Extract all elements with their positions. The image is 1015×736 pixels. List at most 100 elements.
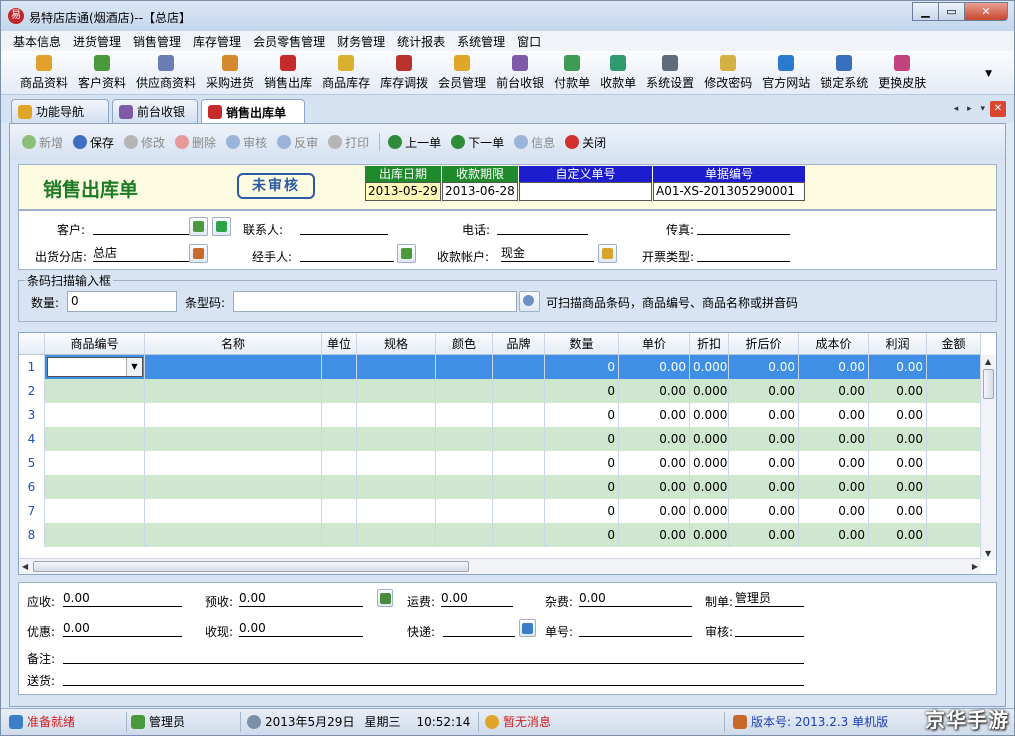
cell-name[interactable] <box>145 427 322 451</box>
toolbar-overflow-icon[interactable]: ▼ <box>985 69 992 79</box>
delivery-field[interactable] <box>63 670 804 686</box>
cell-unit[interactable] <box>322 475 357 499</box>
cell-qty[interactable]: 0 <box>545 475 619 499</box>
cell-color[interactable] <box>436 379 493 403</box>
cell-spec[interactable] <box>357 355 436 379</box>
col-header-profit[interactable]: 利润 <box>869 333 927 355</box>
express-select-button[interactable] <box>519 619 536 637</box>
print-button[interactable]: 打印 <box>328 134 369 151</box>
audit-button[interactable]: 审核 <box>226 134 267 151</box>
scroll-down-icon[interactable]: ▼ <box>985 549 991 558</box>
toolbar-skin-button[interactable]: 更换皮肤 <box>873 51 931 95</box>
table-row[interactable]: 3 0 0.00 0.000 0.00 0.00 0.00 <box>19 403 981 427</box>
cell-cost[interactable]: 0.00 <box>799 403 869 427</box>
cell-price[interactable]: 0.00 <box>619 475 690 499</box>
cell-unit[interactable] <box>322 403 357 427</box>
scroll-right-icon[interactable]: ▶ <box>972 562 978 571</box>
save-button[interactable]: 保存 <box>73 134 114 151</box>
tab-scroll-arrows[interactable]: ◂ ▸ ▾ <box>954 104 988 114</box>
toolbar-stock-button[interactable]: 商品库存 <box>317 51 375 95</box>
cell-net-price[interactable]: 0.00 <box>729 451 799 475</box>
cell-name[interactable] <box>145 475 322 499</box>
select-handler-button[interactable] <box>397 244 416 263</box>
cell-price[interactable]: 0.00 <box>619 499 690 523</box>
close-button[interactable]: 关闭 <box>565 134 606 151</box>
select-branch-button[interactable] <box>189 244 208 263</box>
cell-qty[interactable]: 0 <box>545 523 619 547</box>
cell-amount[interactable] <box>927 499 981 523</box>
cell-discount[interactable]: 0.000 <box>690 475 729 499</box>
toolbar-website-button[interactable]: 官方网站 <box>757 51 815 95</box>
cell-brand[interactable] <box>493 475 545 499</box>
cell-product-code[interactable] <box>45 427 145 451</box>
cell-net-price[interactable]: 0.00 <box>729 523 799 547</box>
toolbar-purchase-button[interactable]: 采购进货 <box>201 51 259 95</box>
cell-amount[interactable] <box>927 379 981 403</box>
cell-amount[interactable] <box>927 523 981 547</box>
col-header-row-no[interactable] <box>19 333 45 355</box>
add-customer-button[interactable] <box>212 217 231 236</box>
cell-row-no[interactable]: 2 <box>19 379 45 403</box>
cell-unit[interactable] <box>322 499 357 523</box>
cell-color[interactable] <box>436 403 493 427</box>
due-date-field[interactable]: 2013-06-28 <box>442 182 518 201</box>
cell-cost[interactable]: 0.00 <box>799 499 869 523</box>
menu-purchase[interactable]: 进货管理 <box>67 33 127 50</box>
toolbar-payment-button[interactable]: 付款单 <box>549 51 595 95</box>
cell-profit[interactable]: 0.00 <box>869 523 927 547</box>
cell-discount[interactable]: 0.000 <box>690 403 729 427</box>
cell-name[interactable] <box>145 523 322 547</box>
cell-unit[interactable] <box>322 451 357 475</box>
cell-net-price[interactable]: 0.00 <box>729 379 799 403</box>
express-field[interactable] <box>443 621 515 637</box>
new-button[interactable]: 新增 <box>22 134 63 151</box>
menu-system[interactable]: 系统管理 <box>451 33 511 50</box>
close-window-button[interactable]: ✕ <box>964 2 1008 21</box>
edit-button[interactable]: 修改 <box>124 134 165 151</box>
cell-brand[interactable] <box>493 451 545 475</box>
cell-color[interactable] <box>436 499 493 523</box>
cell-color[interactable] <box>436 475 493 499</box>
col-header-amount[interactable]: 金额 <box>927 333 981 355</box>
customer-field[interactable] <box>93 219 189 235</box>
cell-row-no[interactable]: 7 <box>19 499 45 523</box>
cell-spec[interactable] <box>357 499 436 523</box>
table-row[interactable]: 4 0 0.00 0.000 0.00 0.00 0.00 <box>19 427 981 451</box>
cell-brand[interactable] <box>493 523 545 547</box>
cell-color[interactable] <box>436 355 493 379</box>
toolbar-settings-button[interactable]: 系统设置 <box>641 51 699 95</box>
account-field[interactable]: 现金 <box>501 246 594 262</box>
menu-window[interactable]: 窗口 <box>511 33 547 50</box>
prev-button[interactable]: 上一单 <box>388 134 441 151</box>
maximize-button[interactable]: ▭ <box>938 2 965 21</box>
toolbar-lock-button[interactable]: 锁定系统 <box>815 51 873 95</box>
branch-field[interactable]: 总店 <box>93 246 189 262</box>
cell-qty[interactable]: 0 <box>545 403 619 427</box>
freight-field[interactable]: 0.00 <box>441 591 513 607</box>
minimize-button[interactable]: ▁ <box>912 2 939 21</box>
cell-row-no[interactable]: 3 <box>19 403 45 427</box>
cell-cost[interactable]: 0.00 <box>799 523 869 547</box>
tab-front-cashier[interactable]: 前台收银 <box>112 99 198 123</box>
cell-unit[interactable] <box>322 355 357 379</box>
cell-discount[interactable]: 0.000 <box>690 379 729 403</box>
cash-field[interactable]: 0.00 <box>239 621 363 637</box>
delete-button[interactable]: 删除 <box>175 134 216 151</box>
cell-cost[interactable]: 0.00 <box>799 379 869 403</box>
misc-field[interactable]: 0.00 <box>579 591 692 607</box>
cell-unit[interactable] <box>322 427 357 451</box>
invoice-type-field[interactable] <box>697 246 790 262</box>
col-header-spec[interactable]: 规格 <box>357 333 436 355</box>
menu-basic-info[interactable]: 基本信息 <box>7 33 67 50</box>
table-row[interactable]: 6 0 0.00 0.000 0.00 0.00 0.00 <box>19 475 981 499</box>
cell-amount[interactable] <box>927 451 981 475</box>
tab-sales-out[interactable]: 销售出库单 <box>201 99 305 124</box>
phone-field[interactable] <box>497 219 588 235</box>
contact-field[interactable] <box>300 219 388 235</box>
cell-discount[interactable]: 0.000 <box>690 427 729 451</box>
cell-discount[interactable]: 0.000 <box>690 451 729 475</box>
remark-field[interactable] <box>63 648 804 664</box>
menu-member-retail[interactable]: 会员零售管理 <box>247 33 331 50</box>
col-header-discount[interactable]: 折扣 <box>690 333 729 355</box>
cell-net-price[interactable]: 0.00 <box>729 403 799 427</box>
